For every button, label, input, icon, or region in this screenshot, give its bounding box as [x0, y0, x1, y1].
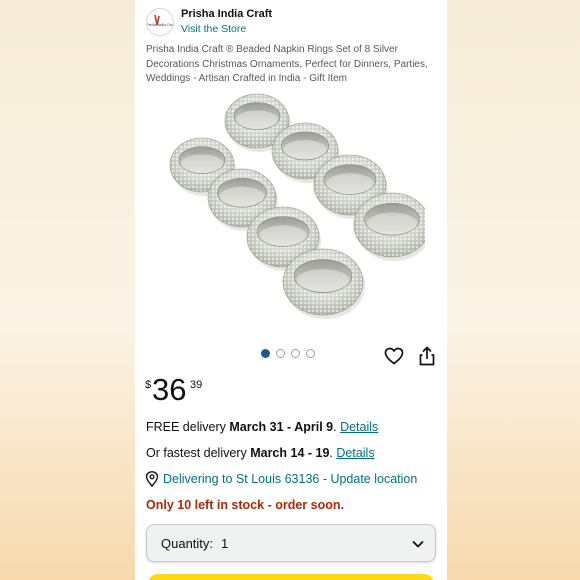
price-currency: $ [145, 379, 152, 391]
product-page: Prisha India Craft Prisha India Craft Vi… [135, 0, 447, 580]
store-name[interactable]: Prisha India Craft [181, 8, 272, 20]
fast-delivery-dates: March 14 - 19 [250, 446, 330, 460]
visit-store-link[interactable]: Visit the Store [181, 23, 246, 35]
price-whole: 36 [152, 372, 187, 407]
quantity-label: Quantity: [161, 536, 214, 551]
carousel-dot[interactable] [276, 349, 285, 358]
fast-delivery-prefix: Or fastest delivery [146, 446, 251, 460]
carousel-dot[interactable] [261, 349, 270, 358]
product-title[interactable]: Prisha India Craft ® Beaded Napkin Rings… [146, 43, 436, 87]
free-delivery-details-link[interactable]: Details [340, 420, 378, 434]
quantity-value: 1 [221, 536, 229, 551]
carousel-dot[interactable] [291, 349, 300, 358]
napkin-ring [353, 192, 432, 261]
chevron-down-icon [411, 537, 425, 551]
quantity-dropdown[interactable]: Quantity: 1 [146, 524, 436, 562]
fast-delivery-details-link[interactable]: Details [336, 446, 374, 460]
carousel-dot[interactable] [306, 349, 315, 358]
share-icon[interactable] [416, 345, 438, 367]
price-fraction: 39 [190, 379, 203, 391]
store-logo[interactable]: Prisha India Craft [146, 8, 174, 36]
free-delivery-prefix: FREE delivery [146, 420, 230, 434]
store-header: Prisha India Craft Prisha India Craft Vi… [146, 6, 436, 38]
product-image[interactable] [155, 85, 432, 325]
stock-status: Only 10 left in stock - order soon. [146, 498, 344, 512]
svg-text:Prisha India Craft: Prisha India Craft [147, 23, 174, 27]
delivery-location-link[interactable]: Delivering to St Louis 63136 - Update lo… [163, 472, 417, 486]
heart-icon[interactable] [383, 345, 405, 367]
free-delivery-dates: March 31 - April 9 [229, 420, 334, 434]
napkin-ring [282, 248, 365, 319]
add-to-cart-button[interactable] [148, 574, 434, 580]
fastest-delivery-line: Or fastest delivery March 14 - 19. Detai… [146, 446, 375, 460]
image-carousel-dots [261, 349, 315, 359]
location-pin-icon [145, 471, 159, 488]
free-delivery-line: FREE delivery March 31 - April 9. Detail… [146, 420, 378, 434]
